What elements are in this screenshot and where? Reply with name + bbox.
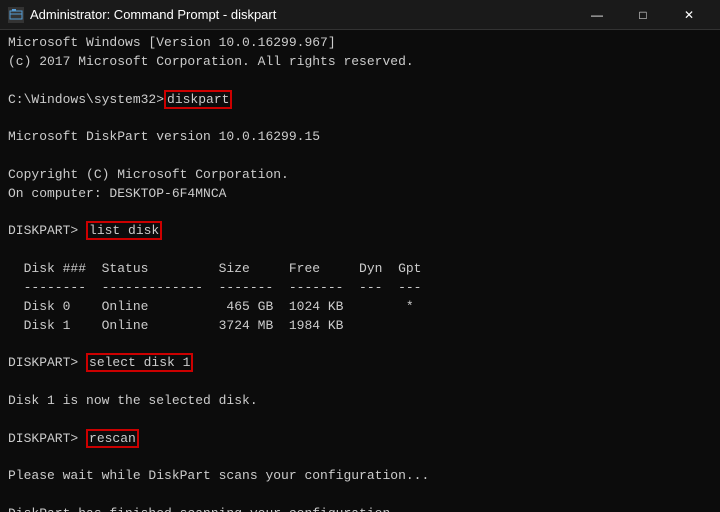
cmd-rescan-highlight: rescan [86,429,139,448]
line-2: (c) 2017 Microsoft Corporation. All righ… [8,53,712,72]
console-output: Microsoft Windows [Version 10.0.16299.96… [0,30,720,512]
line-selected-msg: Disk 1 is now the selected disk. [8,392,712,411]
line-3: Microsoft DiskPart version 10.0.16299.15 [8,128,712,147]
maximize-button[interactable]: □ [620,0,666,30]
line-computer: On computer: DESKTOP-6F4MNCA [8,185,712,204]
cmd-select-highlight: select disk 1 [86,353,193,372]
close-button[interactable]: ✕ [666,0,712,30]
line-blank-1 [8,72,712,91]
disk-row-0: Disk 0 Online 465 GB 1024 KB * [8,298,712,317]
disk-row-1: Disk 1 Online 3724 MB 1984 KB [8,317,712,336]
line-blank-2 [8,109,712,128]
line-1: Microsoft Windows [Version 10.0.16299.96… [8,34,712,53]
line-cmd-select: DISKPART> select disk 1 [8,354,712,373]
minimize-button[interactable]: — [574,0,620,30]
line-blank-6 [8,336,712,355]
disk-table-sep: -------- ------------- ------- ------- -… [8,279,712,298]
window-controls: — □ ✕ [574,0,712,30]
line-cmd-diskpart: C:\Windows\system32>diskpart [8,91,712,110]
line-blank-3 [8,147,712,166]
line-blank-10 [8,486,712,505]
title-bar: Administrator: Command Prompt - diskpart… [0,0,720,30]
line-blank-4 [8,204,712,223]
cmd-window: Administrator: Command Prompt - diskpart… [0,0,720,512]
line-blank-8 [8,411,712,430]
window-title: Administrator: Command Prompt - diskpart [30,7,574,22]
cmd-listdisk-highlight: list disk [86,221,162,240]
window-icon [8,7,24,23]
line-cmd-listdisk: DISKPART> list disk [8,222,712,241]
line-please-wait: Please wait while DiskPart scans your co… [8,467,712,486]
cmd-diskpart-highlight: diskpart [164,90,232,109]
line-blank-5 [8,241,712,260]
line-blank-7 [8,373,712,392]
line-finished: DiskPart has finished scanning your conf… [8,505,712,512]
line-blank-9 [8,449,712,468]
line-cmd-rescan: DISKPART> rescan [8,430,712,449]
disk-table-header: Disk ### Status Size Free Dyn Gpt [8,260,712,279]
line-copyright: Copyright (C) Microsoft Corporation. [8,166,712,185]
